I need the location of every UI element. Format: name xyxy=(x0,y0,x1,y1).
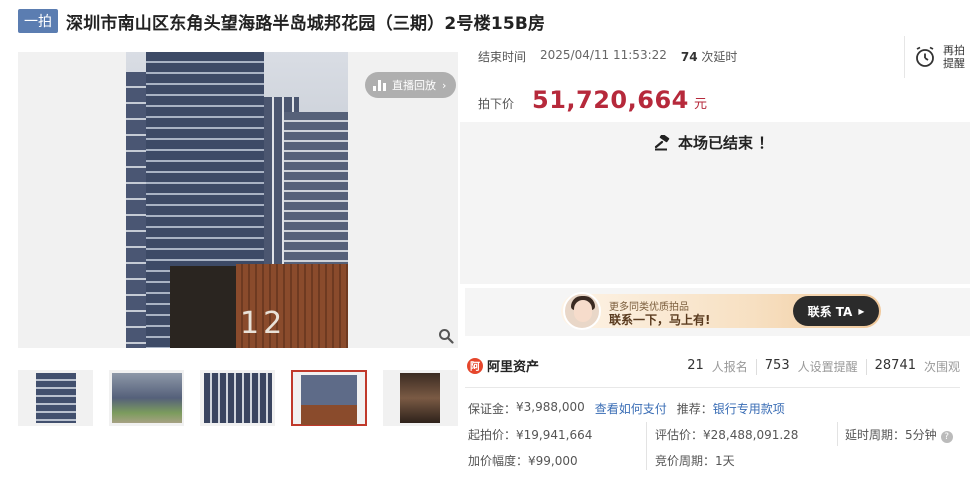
photo-gallery: 12 直播回放 › xyxy=(18,52,458,348)
chevron-right-icon: › xyxy=(442,78,447,92)
stats-row: 21 人报名 753 人设置提醒 28741 次围观 xyxy=(687,358,960,375)
hammer-price-label: 拍下价 xyxy=(478,97,515,111)
main-photo[interactable]: 12 xyxy=(126,52,348,348)
bid-period-label: 竞价周期： xyxy=(655,454,716,468)
thumbnail[interactable] xyxy=(200,370,276,426)
thumbnail[interactable] xyxy=(109,370,185,426)
alarm-clock-icon xyxy=(916,46,934,67)
thumbnail[interactable] xyxy=(18,370,94,426)
divider xyxy=(865,359,867,375)
eval-price-label: 评估价： xyxy=(655,428,704,442)
play-arrow-icon: ▸ xyxy=(858,304,865,318)
auction-info: 阿 阿里资产 21 人报名 753 人设置提醒 28741 次围观 保证金： ¥… xyxy=(465,350,970,480)
contact-button[interactable]: 联系 TA ▸ xyxy=(793,296,879,326)
bid-period-value: 1天 xyxy=(715,454,735,468)
auction-status-panel: 本场已结束 ！ xyxy=(460,122,970,284)
deposit-label: 保证金： xyxy=(468,402,517,416)
end-time-row: 结束时间 2025/04/11 11:53:22 74 次延时 xyxy=(478,48,737,65)
promo-banner: 更多同类优质拍品 联系一下，马上有! 联系 TA ▸ xyxy=(465,288,970,336)
reminder-line1: 再拍 xyxy=(943,44,965,57)
how-to-pay-link[interactable]: 查看如何支付 xyxy=(595,400,667,417)
view-label: 次围观 xyxy=(923,360,960,374)
divider xyxy=(465,387,960,388)
delay-label: 次延时 xyxy=(701,50,738,64)
delay-count: 74 xyxy=(680,50,698,64)
end-time-value: 2025/04/11 11:53:22 xyxy=(540,48,667,62)
auction-page: 一拍 深圳市南山区东角头望海路半岛城邦花园（三期）2号楼15B房 12 直播回放… xyxy=(0,0,975,497)
hammer-price-unit: 元 xyxy=(693,97,707,112)
end-time-label: 结束时间 xyxy=(478,50,527,64)
increment-value: ¥99,000 xyxy=(528,454,578,468)
brand: 阿 阿里资产 xyxy=(467,356,539,375)
deposit-row: 保证金： ¥3,988,000 查看如何支付 推荐： 银行专用款项 xyxy=(468,400,785,417)
auction-ended-message: 本场已结束 ！ xyxy=(654,132,773,153)
ali-assets-logo-icon: 阿 xyxy=(467,357,483,374)
live-replay-button[interactable]: 直播回放 › xyxy=(365,72,457,98)
thumbnail-image xyxy=(400,373,441,423)
auction-type-badge: 一拍 xyxy=(18,9,58,33)
promo-line2: 联系一下，马上有! xyxy=(609,313,711,327)
re-auction-reminder-button[interactable]: 再拍 提醒 xyxy=(904,36,970,78)
delay-period-cell: 延时周期：5分钟? xyxy=(845,426,953,443)
delay-info: 74 次延时 xyxy=(681,48,738,65)
replay-label: 直播回放 xyxy=(392,79,436,92)
auction-summary: 结束时间 2025/04/11 11:53:22 74 次延时 拍下价 51,7… xyxy=(460,34,970,120)
recommend-label: 推荐： xyxy=(676,402,713,416)
bank-payment-link[interactable]: 银行专用款项 xyxy=(713,400,785,417)
reminder-count: 753 xyxy=(764,358,790,373)
avatar-face xyxy=(574,300,592,322)
hammer-price-group: 51,720,664 元 xyxy=(532,86,707,114)
thumbnail-image xyxy=(111,373,182,423)
start-price-cell: 起拍价：¥19,941,664 xyxy=(468,426,592,443)
building-number: 12 xyxy=(240,306,287,341)
thumbnail-selected[interactable] xyxy=(291,370,367,426)
divider xyxy=(755,359,757,375)
bar-chart-icon xyxy=(373,79,386,91)
auction-status-text: 本场已结束 ！ xyxy=(678,134,774,152)
reminder-label: 人设置提醒 xyxy=(797,360,858,374)
signup-count: 21 xyxy=(687,358,704,373)
divider xyxy=(837,422,838,446)
signup-label: 人报名 xyxy=(711,360,748,374)
delay-period-label: 延时周期： xyxy=(845,428,906,442)
avatar xyxy=(563,292,601,330)
thumbnail-strip xyxy=(18,370,459,426)
start-price-label: 起拍价： xyxy=(468,428,517,442)
reminder-line2: 提醒 xyxy=(943,57,965,70)
gavel-icon xyxy=(654,134,670,150)
contact-label: 联系 TA xyxy=(807,304,853,319)
eval-price-value: ¥28,488,091.28 xyxy=(703,428,799,442)
delay-period-value: 5分钟 xyxy=(905,428,937,442)
start-price-value: ¥19,941,664 xyxy=(516,428,593,442)
magnifier-icon[interactable] xyxy=(438,328,454,344)
thumbnail-image xyxy=(35,373,76,423)
thumbnail-image xyxy=(301,375,358,425)
thumbnail-image xyxy=(203,373,272,423)
divider xyxy=(646,422,647,470)
bid-period-cell: 竞价周期：1天 xyxy=(655,452,735,469)
increment-label: 加价幅度： xyxy=(468,454,529,468)
reminder-text: 再拍 提醒 xyxy=(943,44,965,70)
increment-cell: 加价幅度：¥99,000 xyxy=(468,452,578,469)
thumbnail[interactable] xyxy=(382,370,459,426)
eval-price-cell: 评估价：¥28,488,091.28 xyxy=(655,426,798,443)
brand-name: 阿里资产 xyxy=(487,360,540,375)
photo-lobby xyxy=(170,266,236,348)
question-icon[interactable]: ? xyxy=(940,431,953,443)
deposit-value: ¥3,988,000 xyxy=(516,400,585,414)
hammer-price-value: 51,720,664 xyxy=(532,86,689,114)
view-count: 28741 xyxy=(874,358,916,373)
hammer-price-row: 拍下价 51,720,664 元 xyxy=(478,86,707,114)
page-title: 深圳市南山区东角头望海路半岛城邦花园（三期）2号楼15B房 xyxy=(66,13,546,34)
